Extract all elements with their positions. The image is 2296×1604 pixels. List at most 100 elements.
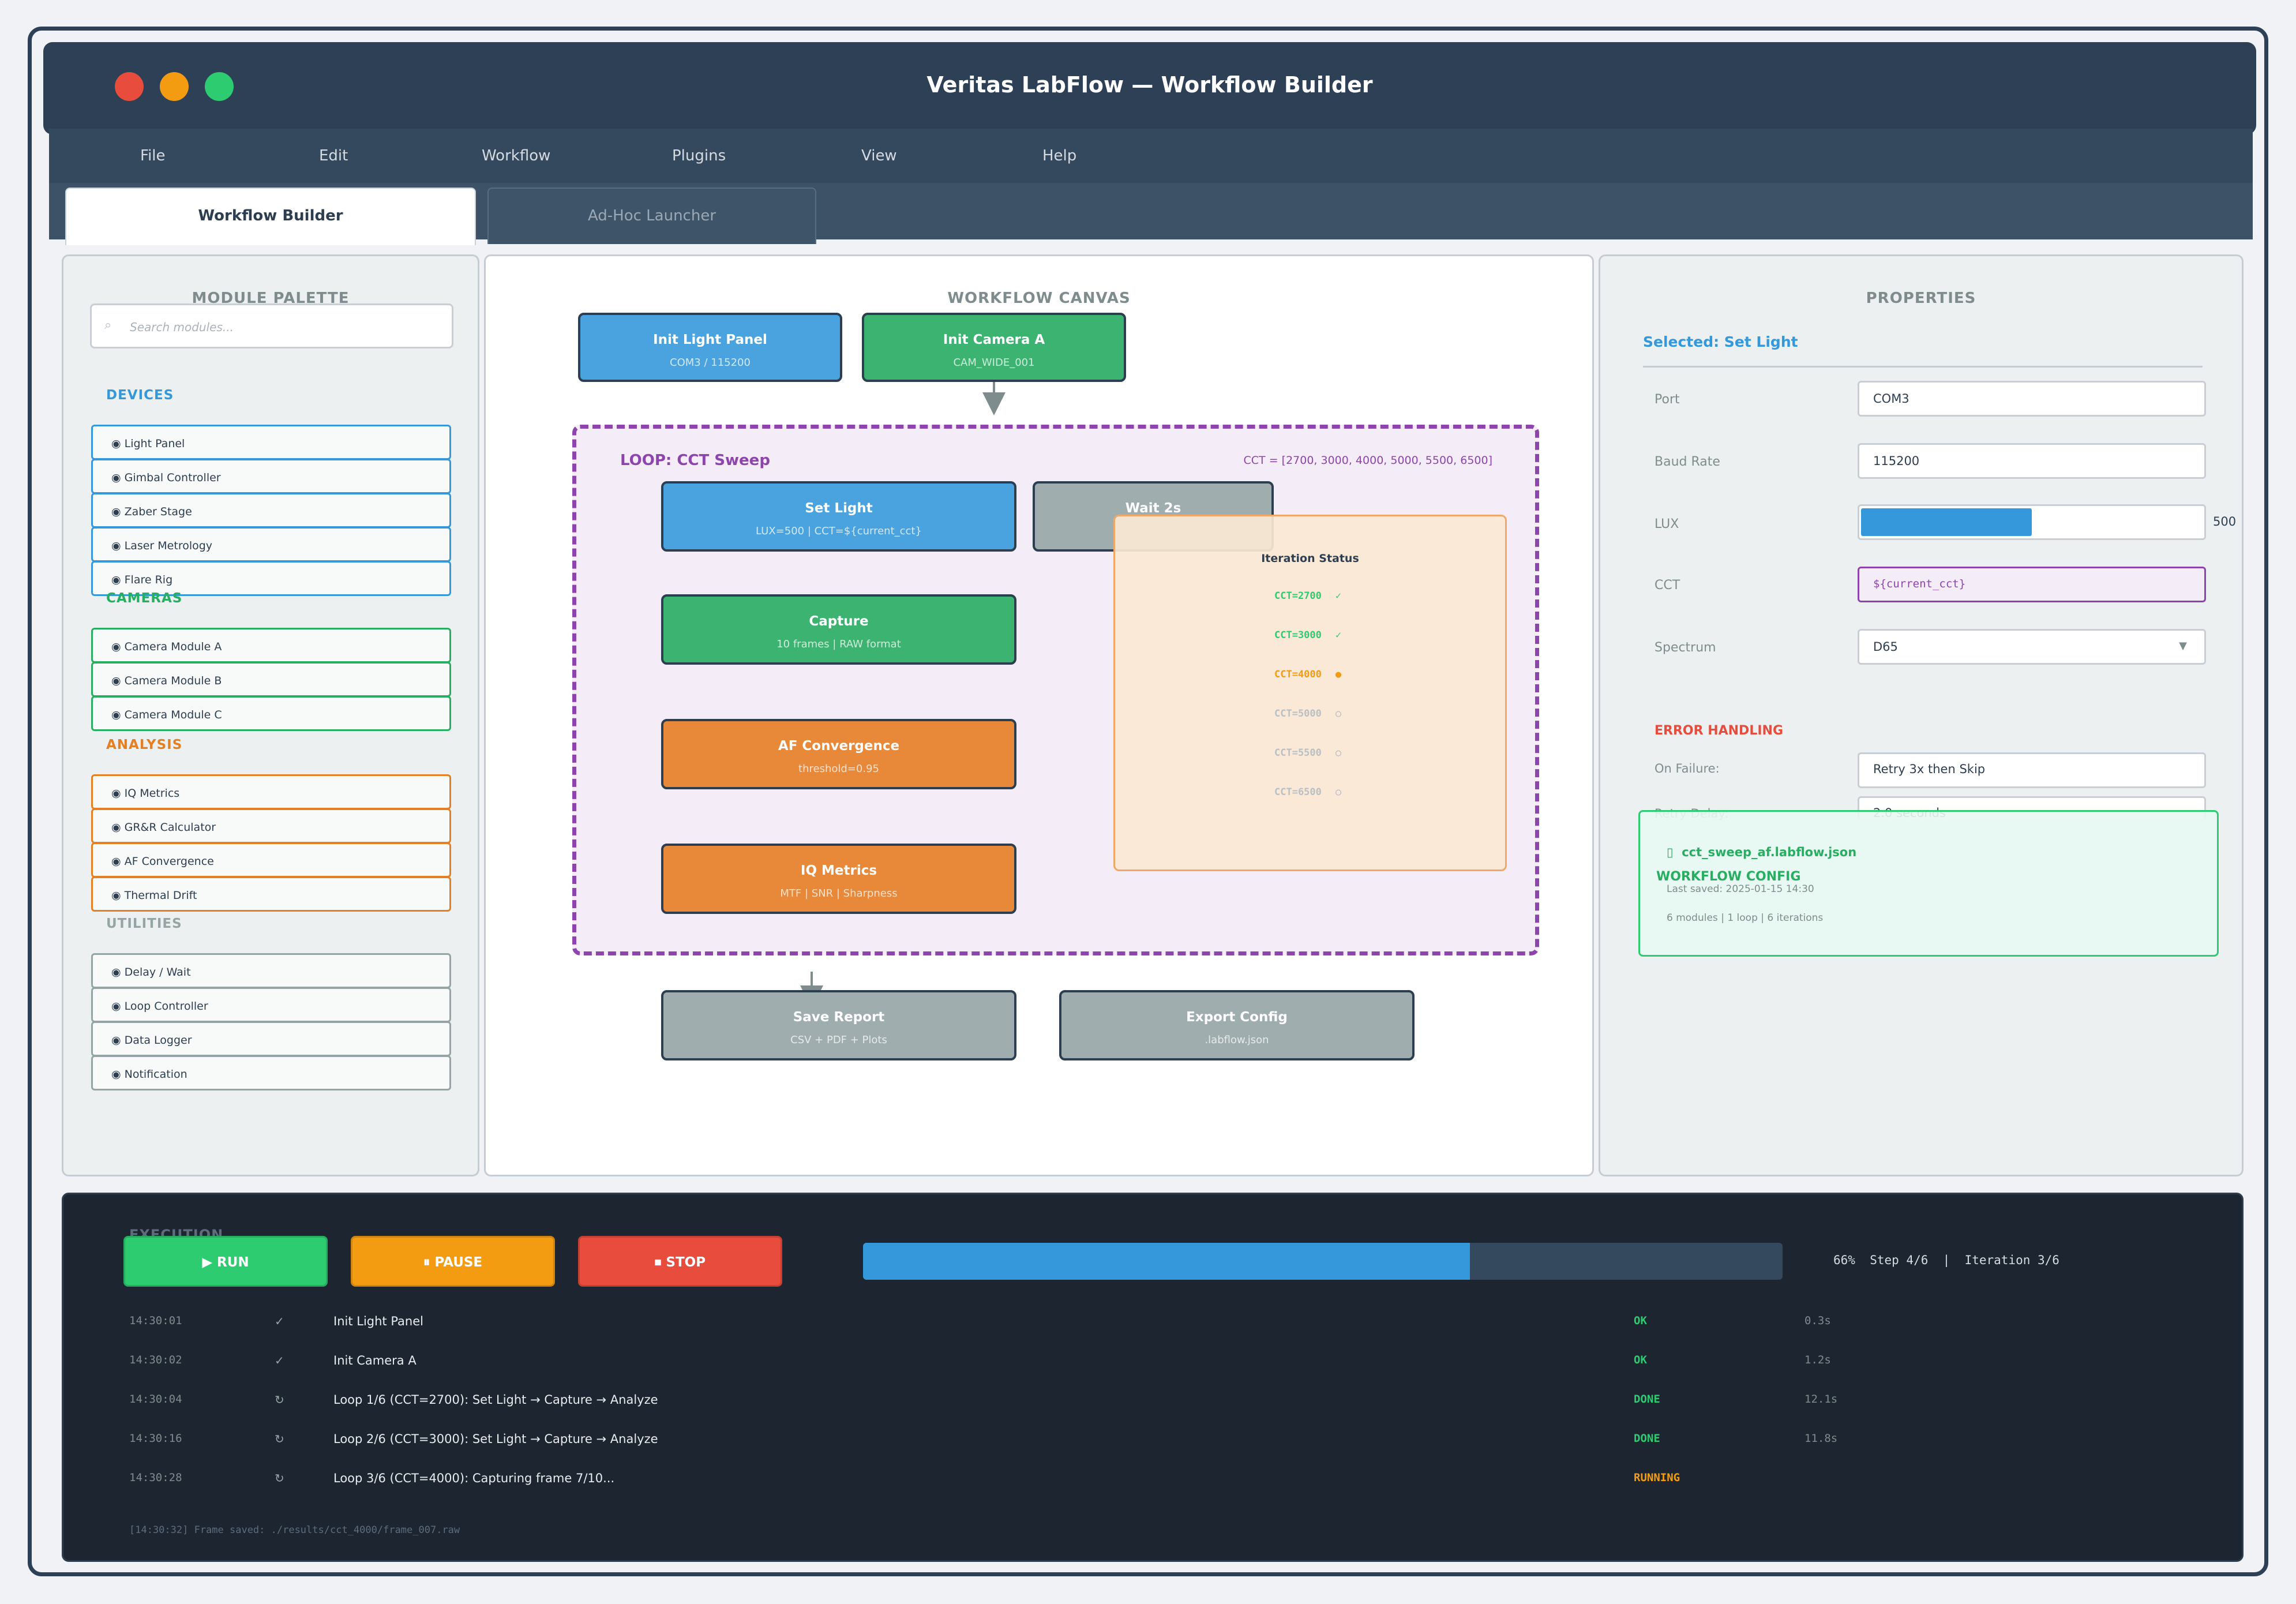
palette-item[interactable]: ◉ AF Convergence — [91, 842, 451, 878]
run-button[interactable]: ▶ RUN — [123, 1236, 328, 1287]
category-cameras: CAMERAS — [106, 591, 183, 606]
palette-item[interactable]: ◉ Data Logger — [91, 1021, 451, 1056]
search-icon: ⌕ — [104, 318, 112, 332]
palette-item[interactable]: ◉ Thermal Drift — [91, 876, 451, 912]
node-subtitle: MTF | SNR | Sharpness — [780, 887, 898, 900]
log-status: DONE — [1634, 1393, 1660, 1406]
pause-button[interactable]: ⏸ PAUSE — [351, 1236, 555, 1287]
stop-button[interactable]: ⏹ STOP — [578, 1236, 782, 1287]
module-palette: MODULE PALETTE ⌕ Search modules... DEVIC… — [62, 254, 479, 1176]
node-title: AF Convergence — [778, 739, 900, 754]
log-status-icon: ↻ — [275, 1471, 284, 1485]
log-row: 14:30:01 ✓ Init Light Panel OK 0.3s — [63, 1314, 2242, 1337]
failure-label: On Failure: — [1655, 762, 1720, 775]
chevron-down-icon: ▼ — [2179, 640, 2187, 652]
lux-label: LUX — [1655, 517, 1679, 531]
palette-item[interactable]: ◉ Delay / Wait — [91, 953, 451, 988]
palette-item[interactable]: ◉ Camera Module C — [91, 696, 451, 731]
log-duration: 12.1s — [1804, 1393, 1838, 1406]
config-file-row: ▯ cct_sweep_af.labflow.json — [1667, 845, 1856, 859]
iteration-label: CCT=5500 — [1274, 747, 1322, 759]
menu-edit[interactable]: Edit — [319, 147, 348, 164]
config-title: WORKFLOW CONFIG — [1656, 870, 1801, 884]
execution-panel: EXECUTION ▶ RUN ⏸ PAUSE ⏹ STOP 66% Step … — [62, 1193, 2244, 1562]
node-iq-metrics[interactable]: IQ Metrics MTF | SNR | Sharpness — [661, 844, 1016, 914]
node-subtitle: LUX=500 | CCT=${current_cct} — [756, 525, 922, 537]
node-subtitle: COM3 / 115200 — [670, 357, 751, 369]
properties-panel: PROPERTIES Selected: Set Light Port COM3… — [1599, 254, 2244, 1176]
node-title: Export Config — [1186, 1010, 1288, 1025]
lux-slider[interactable] — [1858, 504, 2206, 540]
palette-item[interactable]: ◉ Notification — [91, 1055, 451, 1090]
log-footer: [14:30:32] Frame saved: ./results/cct_40… — [129, 1524, 460, 1536]
log-time: 14:30:01 — [129, 1314, 182, 1327]
palette-item[interactable]: ◉ Light Panel — [91, 425, 451, 460]
node-subtitle: 10 frames | RAW format — [776, 638, 901, 650]
iteration-label: CCT=5000 — [1274, 708, 1322, 719]
search-input[interactable]: ⌕ Search modules... — [90, 303, 453, 348]
node-save-report[interactable]: Save Report CSV + PDF + Plots — [661, 990, 1016, 1060]
config-saved: Last saved: 2025-01-15 14:30 — [1667, 883, 1814, 895]
port-field[interactable]: COM3 — [1858, 381, 2206, 417]
palette-item[interactable]: ◉ Laser Metrology — [91, 527, 451, 562]
palette-item[interactable]: ◉ Zaber Stage — [91, 493, 451, 528]
iteration-status-panel: Iteration Status CCT=2700 ✓ CCT=3000 ✓ CCT=4… — [1113, 515, 1507, 871]
divider — [1643, 366, 2203, 368]
log-status: DONE — [1634, 1432, 1660, 1445]
iteration-row: CCT=3000 ✓ — [1274, 629, 1341, 641]
spectrum-select[interactable]: D65 ▼ — [1858, 629, 2206, 665]
tab-workflow-builder[interactable]: Workflow Builder — [65, 188, 476, 245]
node-subtitle: threshold=0.95 — [798, 763, 879, 775]
palette-item[interactable]: ◉ IQ Metrics — [91, 774, 451, 810]
palette-item[interactable]: ◉ Gimbal Controller — [91, 459, 451, 494]
lux-slider-fill — [1861, 508, 2032, 536]
palette-item[interactable]: ◉ Camera Module A — [91, 628, 451, 663]
node-init-camera[interactable]: Init Camera A CAM_WIDE_001 — [862, 313, 1126, 382]
file-icon: ▯ — [1667, 845, 1674, 859]
progress-bar-fill — [863, 1243, 1470, 1280]
menu-plugins[interactable]: Plugins — [672, 147, 726, 164]
iteration-row: CCT=2700 ✓ — [1274, 590, 1341, 602]
tab-adhoc-launcher[interactable]: Ad-Hoc Launcher — [487, 188, 816, 244]
log-message: Init Light Panel — [333, 1314, 423, 1328]
workflow-canvas[interactable]: WORKFLOW CANVAS Init Light Panel COM3 / … — [484, 254, 1594, 1176]
cct-label: CCT — [1655, 578, 1680, 593]
config-file-name: cct_sweep_af.labflow.json — [1682, 845, 1857, 859]
log-time: 14:30:04 — [129, 1393, 182, 1406]
node-export-config[interactable]: Export Config .labflow.json — [1059, 990, 1415, 1060]
port-label: Port — [1655, 392, 1680, 407]
node-init-light-panel[interactable]: Init Light Panel COM3 / 115200 — [578, 313, 842, 382]
node-set-light[interactable]: Set Light LUX=500 | CCT=${current_cct} — [661, 481, 1016, 552]
properties-title: PROPERTIES — [1866, 290, 1976, 307]
baud-field[interactable]: 115200 — [1858, 443, 2206, 479]
node-title: Capture — [809, 614, 869, 629]
loop-values: CCT = [2700, 3000, 4000, 5000, 5500, 650… — [1243, 454, 1492, 467]
menu-help[interactable]: Help — [1042, 147, 1076, 164]
node-capture[interactable]: Capture 10 frames | RAW format — [661, 594, 1016, 665]
log-message: Loop 2/6 (CCT=3000): Set Light → Capture… — [333, 1432, 658, 1446]
menu-view[interactable]: View — [861, 147, 897, 164]
node-af-convergence[interactable]: AF Convergence threshold=0.95 — [661, 719, 1016, 789]
log-status-icon: ✓ — [275, 1314, 284, 1328]
workflow-config-card: ▯ cct_sweep_af.labflow.json WORKFLOW CON… — [1638, 810, 2219, 957]
node-subtitle: CAM_WIDE_001 — [953, 357, 1035, 369]
search-placeholder: Search modules... — [130, 320, 234, 334]
iteration-row: CCT=4000 ● — [1274, 669, 1341, 680]
palette-item[interactable]: ◉ GR&R Calculator — [91, 808, 451, 844]
node-title: Save Report — [793, 1010, 885, 1025]
category-utilities: UTILITIES — [106, 916, 182, 931]
log-duration: 11.8s — [1804, 1432, 1838, 1445]
category-analysis: ANALYSIS — [106, 737, 183, 752]
failure-field[interactable]: Retry 3x then Skip — [1858, 752, 2206, 788]
iteration-state-icon: ○ — [1335, 708, 1342, 719]
palette-item[interactable]: ◉ Camera Module B — [91, 662, 451, 697]
baud-label: Baud Rate — [1655, 455, 1720, 469]
log-duration: 0.3s — [1804, 1314, 1831, 1327]
menu-file[interactable]: File — [140, 147, 166, 164]
palette-item[interactable]: ◉ Loop Controller — [91, 987, 451, 1022]
iteration-row: CCT=5500 ○ — [1274, 747, 1341, 759]
menu-workflow[interactable]: Workflow — [482, 147, 550, 164]
log-status: RUNNING — [1634, 1471, 1680, 1484]
cct-field[interactable]: ${current_cct} — [1858, 567, 2206, 602]
log-status-icon: ↻ — [275, 1432, 284, 1446]
